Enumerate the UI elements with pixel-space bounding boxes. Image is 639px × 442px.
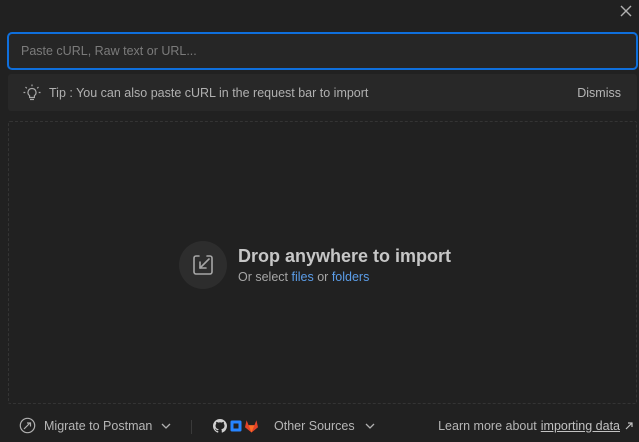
chevron-down-icon <box>161 423 171 429</box>
migrate-label: Migrate to Postman <box>44 418 153 433</box>
import-modal: Tip : You can also paste cURL in the req… <box>0 0 639 442</box>
learn-more-prefix: Learn more about <box>438 418 537 433</box>
lightbulb-icon <box>22 83 42 103</box>
select-files-link[interactable]: files <box>292 270 314 284</box>
select-folders-link[interactable]: folders <box>332 270 370 284</box>
import-footer: Migrate to Postman Other Sources Learn m… <box>0 409 639 442</box>
drop-title: Drop anywhere to import <box>238 246 452 266</box>
close-button[interactable] <box>617 4 635 22</box>
drop-subtitle-connector: or <box>317 270 329 284</box>
github-icon <box>213 418 227 433</box>
drop-subtitle: Or select files or folders <box>238 270 451 284</box>
drop-subtitle-prefix: Or select <box>238 270 289 284</box>
footer-divider <box>191 420 192 434</box>
migrate-to-postman-button[interactable]: Migrate to Postman <box>19 417 171 434</box>
gitlab-icon <box>244 419 259 433</box>
close-icon <box>620 4 632 22</box>
tip-text: Tip : You can also paste cURL in the req… <box>49 85 369 100</box>
external-link-icon <box>625 421 633 430</box>
import-url-input[interactable] <box>7 32 638 70</box>
import-arrow-icon <box>179 241 227 289</box>
bitbucket-icon <box>230 420 242 432</box>
other-sources-label: Other Sources <box>274 418 355 433</box>
drop-zone[interactable]: Drop anywhere to import Or select files … <box>8 121 637 404</box>
learn-more: Learn more about importing data <box>438 419 633 433</box>
importing-data-link[interactable]: importing data <box>541 419 620 433</box>
postman-logo-icon <box>19 417 36 434</box>
dismiss-button[interactable]: Dismiss <box>577 86 621 100</box>
drop-prompt: Drop anywhere to import Or select files … <box>179 241 451 289</box>
other-sources-button[interactable]: Other Sources <box>213 418 375 433</box>
chevron-down-icon <box>365 423 375 429</box>
tip-banner: Tip : You can also paste cURL in the req… <box>8 74 637 111</box>
